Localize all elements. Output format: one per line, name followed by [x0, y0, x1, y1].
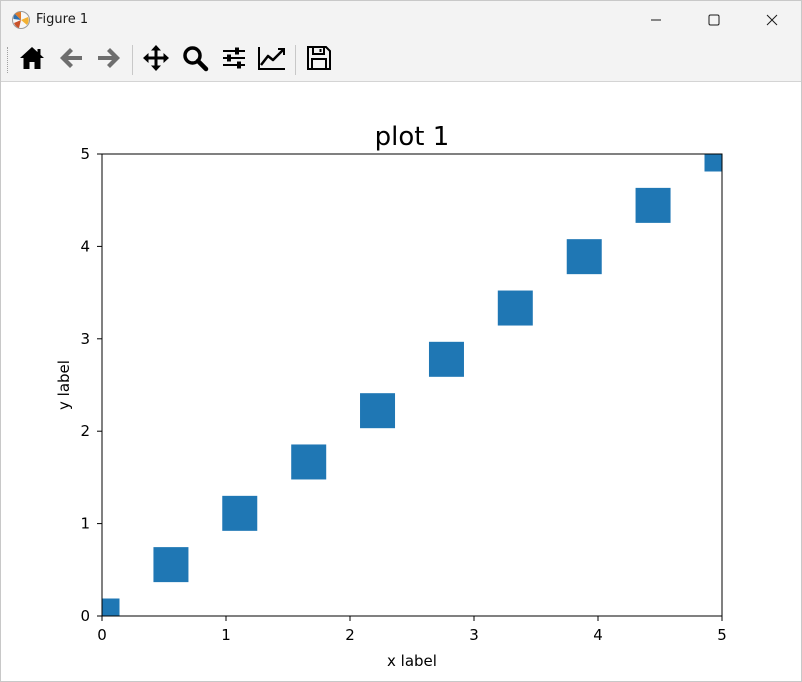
axes-frame: [101, 153, 723, 617]
scatter-marker: [635, 187, 671, 223]
x-tick-label: 2: [345, 626, 355, 644]
x-axis-label: x label: [387, 652, 437, 670]
line-chart-icon: [257, 44, 287, 76]
y-tick-label: 4: [80, 237, 90, 255]
sliders-icon: [220, 44, 248, 76]
y-tick-label: 2: [80, 422, 90, 440]
save-button[interactable]: [303, 44, 335, 76]
toolbar-separator: [295, 45, 296, 75]
x-tick-label: 0: [97, 626, 107, 644]
magnifier-icon: [181, 44, 209, 76]
maximize-button[interactable]: [685, 1, 743, 39]
scatter-marker: [428, 341, 464, 377]
maximize-icon: [708, 11, 720, 30]
plot-svg: plot 1 0 1 2 3 4 5 0 1 2 3 4 5 x label y label: [55, 122, 727, 670]
x-tick-label: 5: [717, 626, 727, 644]
matplotlib-app-icon: [11, 10, 31, 30]
scatter-marker: [566, 239, 602, 275]
minimize-icon: [650, 11, 662, 30]
back-button[interactable]: [55, 44, 87, 76]
edit-axis-button[interactable]: [256, 44, 288, 76]
scatter-marker: [360, 393, 396, 429]
navigation-toolbar: [1, 39, 801, 82]
figure-window: Figure 1 plot 1 0 1 2 3 4 5 0 1 2 3 4 5 …: [0, 0, 802, 682]
scatter-markers: [102, 154, 722, 616]
minimize-button[interactable]: [627, 1, 685, 39]
y-tick-label: 3: [80, 330, 90, 348]
y-tick-label: 5: [80, 145, 90, 163]
home-button[interactable]: [16, 44, 48, 76]
y-tick-label: 1: [80, 515, 90, 533]
scatter-marker: [497, 290, 533, 326]
plot-title: plot 1: [375, 122, 450, 152]
y-axis-label: y label: [55, 360, 73, 410]
arrow-left-icon: [57, 44, 85, 76]
close-icon: [766, 11, 778, 30]
toolbar-separator: [132, 45, 133, 75]
y-tick-label: 0: [80, 607, 90, 625]
x-tick-label: 1: [221, 626, 231, 644]
close-button[interactable]: [743, 1, 801, 39]
toolbar-grip[interactable]: [7, 47, 10, 73]
zoom-button[interactable]: [179, 44, 211, 76]
window-title: Figure 1: [36, 12, 89, 27]
floppy-disk-icon: [305, 44, 333, 76]
scatter-marker: [153, 547, 189, 583]
title-bar[interactable]: Figure 1: [1, 1, 801, 39]
arrow-right-icon: [95, 44, 123, 76]
x-tick-label: 3: [469, 626, 479, 644]
scatter-marker: [222, 495, 258, 531]
forward-button[interactable]: [93, 44, 125, 76]
configure-subplots-button[interactable]: [218, 44, 250, 76]
pan-button[interactable]: [140, 44, 172, 76]
x-tick-label: 4: [593, 626, 603, 644]
home-icon: [18, 44, 46, 76]
scatter-marker: [291, 444, 327, 480]
figure-canvas[interactable]: plot 1 0 1 2 3 4 5 0 1 2 3 4 5 x label y label: [1, 82, 801, 681]
move-icon: [142, 44, 170, 76]
